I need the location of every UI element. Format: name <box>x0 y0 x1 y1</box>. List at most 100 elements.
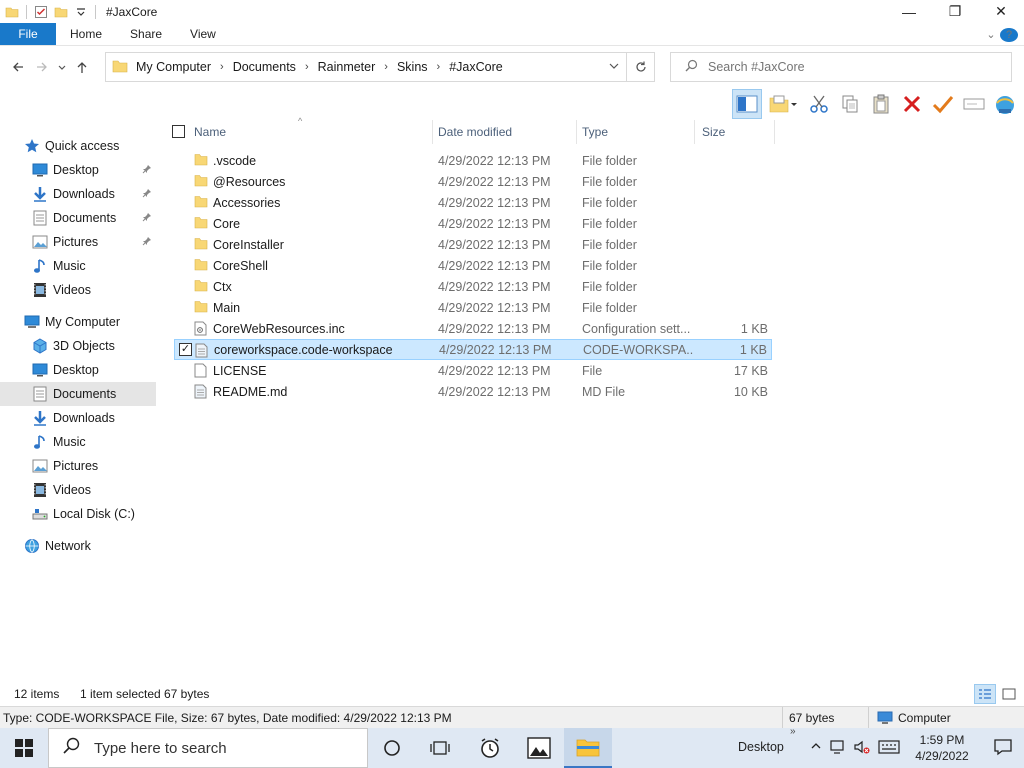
nav-item-pictures[interactable]: Pictures <box>0 454 156 478</box>
nav-item-music[interactable]: Music <box>0 254 156 278</box>
file-explorer-button[interactable] <box>564 728 612 768</box>
column-header-type[interactable]: Type <box>582 120 692 144</box>
nav-item-my-computer[interactable]: My Computer <box>0 310 156 334</box>
nav-item-label: Pictures <box>53 459 99 473</box>
breadcrumb-chevron-icon[interactable]: › <box>220 61 224 73</box>
forward-button[interactable] <box>30 55 54 79</box>
cut-icon[interactable] <box>804 89 834 119</box>
column-divider[interactable] <box>432 120 433 144</box>
maximize-button[interactable]: ❐ <box>932 0 978 23</box>
file-row[interactable]: README.md 4/29/2022 12:13 PM MD File 10 KB <box>174 381 772 402</box>
file-row[interactable]: LICENSE 4/29/2022 12:13 PM File 17 KB <box>174 360 772 381</box>
breadcrumb-documents[interactable]: Documents <box>233 60 296 74</box>
nav-item-local-disk-c[interactable]: Local Disk (C:) <box>0 502 156 526</box>
breadcrumb-chevron-icon[interactable]: › <box>437 61 441 73</box>
copy-icon[interactable] <box>835 89 865 119</box>
column-header-label: Date modified <box>438 125 513 139</box>
new-folder-icon[interactable] <box>54 5 68 19</box>
pin-icon <box>142 188 152 201</box>
start-button[interactable] <box>0 728 48 768</box>
nav-item-documents[interactable]: Documents <box>0 206 156 230</box>
nav-item-downloads[interactable]: Downloads <box>0 406 156 430</box>
nav-item-downloads[interactable]: Downloads <box>0 182 156 206</box>
nav-item-quick-access[interactable]: Quick access <box>0 134 156 158</box>
nav-item-3d-objects[interactable]: 3D Objects <box>0 334 156 358</box>
download-icon <box>32 410 48 426</box>
nav-item-label: Quick access <box>45 139 120 153</box>
nav-item-videos[interactable]: Videos <box>0 278 156 302</box>
breadcrumb-chevron-icon[interactable]: › <box>305 61 309 73</box>
toolbar-expand-icon[interactable]: » <box>790 726 796 737</box>
breadcrumb-jaxcore[interactable]: #JaxCore <box>449 60 503 74</box>
column-header-size[interactable]: Size <box>702 120 772 144</box>
tab-file[interactable]: File <box>0 23 56 45</box>
minimize-button[interactable]: — <box>886 0 932 23</box>
search-box[interactable] <box>670 52 1012 82</box>
address-dropdown-icon[interactable] <box>608 60 620 75</box>
column-header-name[interactable]: Name <box>194 120 432 144</box>
alarms-app-button[interactable] <box>466 728 514 768</box>
network-tray-icon[interactable] <box>830 739 846 758</box>
desktop-toolbar-label[interactable]: Desktop <box>738 740 784 754</box>
task-view-button[interactable] <box>416 728 464 768</box>
tab-view[interactable]: View <box>176 23 230 45</box>
photos-app-button[interactable] <box>515 728 563 768</box>
column-divider[interactable] <box>774 120 775 144</box>
file-row[interactable]: ✓ coreworkspace.code-workspace 4/29/2022 1… <box>174 339 772 360</box>
column-divider[interactable] <box>694 120 695 144</box>
tab-share[interactable]: Share <box>116 23 176 45</box>
row-checkbox[interactable]: ✓ <box>179 343 192 356</box>
file-row[interactable]: Core 4/29/2022 12:13 PM File folder <box>174 213 772 234</box>
file-row[interactable]: CoreWebResources.inc 4/29/2022 12:13 PM Co… <box>174 318 772 339</box>
notification-icon[interactable] <box>994 738 1012 759</box>
select-all-checkbox[interactable] <box>172 125 185 138</box>
file-row[interactable]: Ctx 4/29/2022 12:13 PM File folder <box>174 276 772 297</box>
nav-item-documents[interactable]: Documents <box>0 382 156 406</box>
nav-item-videos[interactable]: Videos <box>0 478 156 502</box>
refresh-button[interactable] <box>626 53 654 81</box>
volume-muted-icon[interactable] <box>854 739 870 758</box>
column-divider[interactable] <box>576 120 577 144</box>
up-button[interactable] <box>70 55 94 79</box>
expand-ribbon-icon[interactable]: ⌄ <box>982 28 1000 41</box>
breadcrumb-my-computer[interactable]: My Computer <box>136 60 211 74</box>
clock[interactable]: 1:59 PM 4/29/2022 <box>912 732 972 764</box>
search-input[interactable] <box>708 60 988 74</box>
nav-item-music[interactable]: Music <box>0 430 156 454</box>
file-row[interactable]: CoreShell 4/29/2022 12:13 PM File folder <box>174 255 772 276</box>
taskbar-search[interactable]: Type here to search <box>48 728 368 768</box>
file-row[interactable]: CoreInstaller 4/29/2022 12:13 PM File fold… <box>174 234 772 255</box>
rename-field-icon[interactable] <box>959 89 989 119</box>
large-icons-view-icon[interactable] <box>998 684 1020 704</box>
nav-item-network[interactable]: Network <box>0 534 156 558</box>
breadcrumb-chevron-icon[interactable]: › <box>384 61 388 73</box>
breadcrumb-rainmeter[interactable]: Rainmeter <box>318 60 376 74</box>
new-item-button[interactable] <box>763 89 803 119</box>
cortana-button[interactable] <box>368 728 416 768</box>
rename-check-icon[interactable] <box>928 89 958 119</box>
address-bar[interactable]: My Computer › Documents › Rainmeter › Sk… <box>105 52 655 82</box>
customize-qat-icon[interactable] <box>74 5 88 19</box>
properties-icon[interactable] <box>34 5 48 19</box>
nav-item-pictures[interactable]: Pictures <box>0 230 156 254</box>
keyboard-icon[interactable] <box>878 740 900 757</box>
preview-pane-button[interactable] <box>732 89 762 119</box>
file-row[interactable]: Accessories 4/29/2022 12:13 PM File folder <box>174 192 772 213</box>
breadcrumb-skins[interactable]: Skins <box>397 60 428 74</box>
nav-item-desktop[interactable]: Desktop <box>0 358 156 382</box>
file-row[interactable]: .vscode 4/29/2022 12:13 PM File folder <box>174 150 772 171</box>
file-row[interactable]: @Resources 4/29/2022 12:13 PM File folder <box>174 171 772 192</box>
tab-home[interactable]: Home <box>56 23 116 45</box>
back-button[interactable] <box>6 55 30 79</box>
help-icon[interactable]: ? <box>1000 27 1018 42</box>
file-row[interactable]: Main 4/29/2022 12:13 PM File folder <box>174 297 772 318</box>
nav-item-desktop[interactable]: Desktop <box>0 158 156 182</box>
paste-icon[interactable] <box>866 89 896 119</box>
shell-icon[interactable] <box>990 89 1020 119</box>
recent-locations-button[interactable] <box>54 55 70 79</box>
details-view-icon[interactable] <box>974 684 996 704</box>
column-header-date[interactable]: Date modified <box>438 120 574 144</box>
show-hidden-icons-icon[interactable] <box>810 740 822 755</box>
close-button[interactable]: ✕ <box>978 0 1024 23</box>
delete-icon[interactable] <box>897 89 927 119</box>
